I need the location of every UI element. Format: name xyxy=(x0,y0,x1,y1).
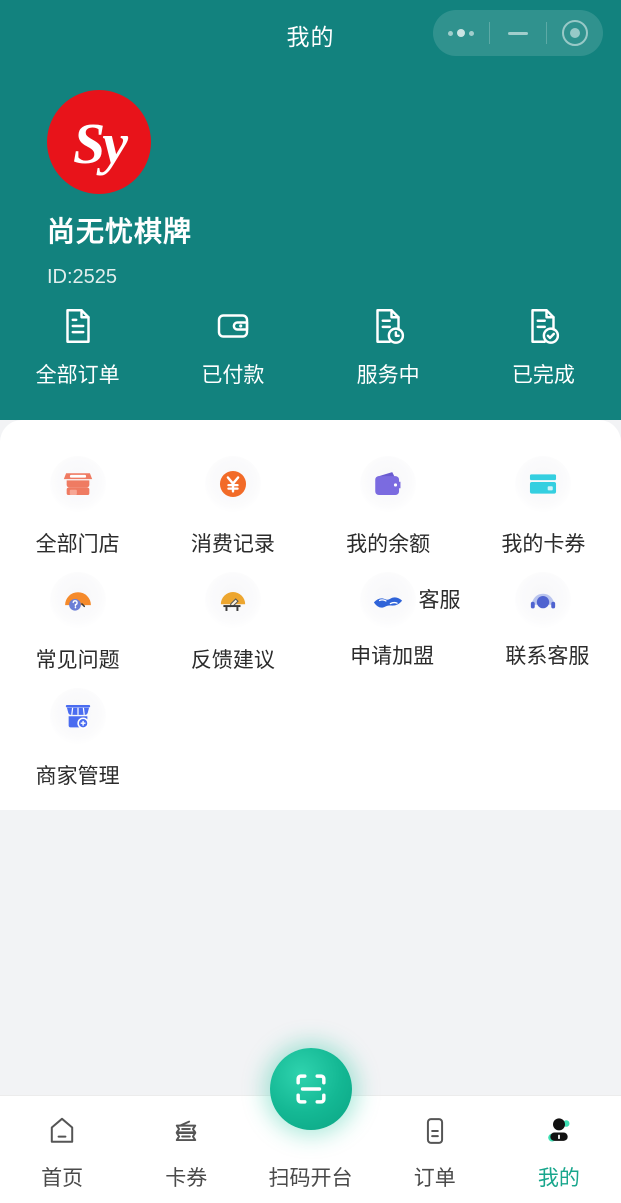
feedback-icon xyxy=(204,572,261,628)
menu-item-label: 联系客服 xyxy=(505,645,590,668)
menu-item-label: 反馈建议 xyxy=(190,649,275,672)
order-status-label: 全部订单 xyxy=(35,364,120,387)
tab-label: 首页 xyxy=(41,1167,84,1190)
tab-orders[interactable]: 订单 xyxy=(373,1096,497,1192)
order-status-row: 全部订单 已付款 服务中 已完成 xyxy=(0,305,621,389)
menu-item-my-balance[interactable]: 我的余额 xyxy=(311,442,466,558)
minimize-button[interactable] xyxy=(490,10,546,56)
headset-icon xyxy=(515,572,572,628)
yuan-circle-icon xyxy=(204,456,261,512)
navbar: 我的 xyxy=(0,0,621,66)
menu-grid-spacer xyxy=(466,674,621,790)
shop-manage-icon xyxy=(49,688,106,744)
menu-grid: 全部门店 消费记录 我的余额 我的卡券 常见问题 反馈建议 客服 申请加盟 联系… xyxy=(0,420,621,790)
tab-label: 我的 xyxy=(537,1167,580,1190)
document-icon xyxy=(57,305,99,347)
logo-text: Sy xyxy=(73,111,128,176)
close-target-icon xyxy=(562,20,588,46)
document-check-icon xyxy=(522,305,564,347)
menu-item-contact-support[interactable]: 联系客服 xyxy=(466,558,621,674)
tab-coupons[interactable]: 卡券 xyxy=(124,1096,248,1192)
menu-item-label: 商家管理 xyxy=(35,765,120,788)
mini-program-capsule[interactable] xyxy=(433,10,603,56)
menu-grid-row: 常见问题 反馈建议 客服 申请加盟 联系客服 xyxy=(0,558,621,674)
menu-item-all-stores[interactable]: 全部门店 xyxy=(0,442,155,558)
order-icon xyxy=(414,1110,456,1152)
more-dots-button[interactable] xyxy=(433,10,489,56)
person-icon xyxy=(538,1110,580,1152)
menu-item-label: 申请加盟 xyxy=(350,645,435,668)
menu-item-my-coupons[interactable]: 我的卡券 xyxy=(466,442,621,558)
order-status-done[interactable]: 已完成 xyxy=(466,305,621,389)
shop-icon xyxy=(49,456,106,512)
menu-grid-spacer xyxy=(311,674,466,790)
menu-card: 全部门店 消费记录 我的余额 我的卡券 常见问题 反馈建议 客服 申请加盟 联系… xyxy=(0,420,621,810)
tab-label: 扫码开台 xyxy=(268,1167,353,1190)
wallet-outline-icon xyxy=(212,305,254,347)
tab-scan[interactable]: 扫码开台 xyxy=(248,1048,372,1192)
shop-id: ID:2525 xyxy=(47,266,118,288)
card-icon xyxy=(515,456,572,512)
minimize-icon xyxy=(508,31,528,35)
menu-grid-row: 商家管理 xyxy=(0,674,621,790)
question-icon xyxy=(49,572,106,628)
menu-item-merchant-management[interactable]: 商家管理 xyxy=(0,674,155,790)
home-icon xyxy=(41,1110,83,1152)
menu-item-apply-franchise[interactable]: 客服 申请加盟 xyxy=(311,558,466,674)
menu-item-label: 我的余额 xyxy=(346,533,431,556)
wallet-icon xyxy=(360,456,417,512)
shop-name: 尚无忧棋牌 xyxy=(47,216,193,247)
order-status-label: 服务中 xyxy=(356,364,420,387)
tab-mine[interactable]: 我的 xyxy=(497,1096,621,1192)
scan-icon[interactable] xyxy=(269,1048,352,1130)
menu-grid-spacer xyxy=(155,674,310,790)
order-status-all[interactable]: 全部订单 xyxy=(0,305,155,389)
order-status-label: 已完成 xyxy=(511,364,575,387)
overlap-text-artifact: 客服 xyxy=(418,589,461,612)
order-status-label: 已付款 xyxy=(201,364,265,387)
tab-home[interactable]: 首页 xyxy=(0,1096,124,1192)
handshake-icon xyxy=(360,572,417,628)
header-panel: 我的 Sy 尚无忧棋牌 ID:2525 全部订单 已付款 服务中 已完成 xyxy=(0,0,621,420)
order-status-serving[interactable]: 服务中 xyxy=(311,305,466,389)
menu-item-label: 全部门店 xyxy=(35,533,120,556)
more-dots-icon xyxy=(448,29,474,37)
menu-item-label: 消费记录 xyxy=(190,533,275,556)
menu-item-feedback[interactable]: 反馈建议 xyxy=(155,558,310,674)
tab-label: 卡券 xyxy=(165,1167,208,1190)
menu-grid-row: 全部门店 消费记录 我的余额 我的卡券 xyxy=(0,442,621,558)
avatar: Sy xyxy=(47,90,151,194)
menu-item-faq[interactable]: 常见问题 xyxy=(0,558,155,674)
ticket-icon xyxy=(165,1110,207,1152)
close-button[interactable] xyxy=(547,10,603,56)
menu-item-consumption-records[interactable]: 消费记录 xyxy=(155,442,310,558)
document-clock-icon xyxy=(367,305,409,347)
profile-block[interactable]: Sy 尚无忧棋牌 ID:2525 xyxy=(47,90,192,289)
order-status-paid[interactable]: 已付款 xyxy=(155,305,310,389)
menu-item-label: 常见问题 xyxy=(35,649,120,672)
menu-item-label: 我的卡券 xyxy=(501,533,586,556)
tab-label: 订单 xyxy=(413,1167,456,1190)
bottom-tabbar: 首页 卡券 扫码开台 订单 我的 xyxy=(0,1048,621,1203)
